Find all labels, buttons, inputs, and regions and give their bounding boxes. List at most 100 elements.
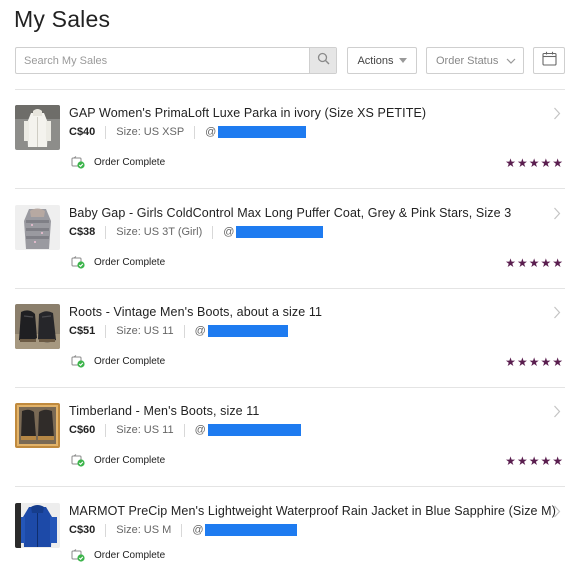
- order-complete-icon: [71, 156, 85, 169]
- item-price: C$30: [69, 524, 96, 536]
- item-price: C$40: [69, 126, 96, 138]
- order-complete-icon: [71, 256, 85, 269]
- divider: [212, 225, 214, 239]
- redacted-buyer-username: [207, 325, 288, 337]
- divider: [105, 125, 107, 139]
- chevron-right-icon: [553, 306, 561, 324]
- chevron-right-icon: [553, 405, 561, 423]
- date-filter-button[interactable]: [533, 47, 565, 74]
- item-thumbnail: [15, 403, 60, 448]
- item-meta: C$60 Size: US 11 @: [69, 423, 301, 437]
- item-thumbnail: [15, 105, 60, 150]
- sale-row[interactable]: Roots - Vintage Men's Boots, about a siz…: [15, 289, 565, 388]
- order-status-dropdown[interactable]: Order Status: [426, 47, 524, 74]
- chevron-right-icon: [553, 107, 561, 125]
- order-status-label: Order Status: [436, 54, 499, 67]
- divider: [105, 225, 107, 239]
- star-icon: ★: [505, 454, 516, 468]
- order-status-text: Order Complete: [94, 157, 166, 168]
- star-icon: ★: [540, 256, 552, 270]
- buyer-handle-prefix: @: [194, 325, 206, 337]
- search-icon: [317, 52, 330, 70]
- actions-label: Actions: [357, 54, 394, 67]
- actions-dropdown[interactable]: Actions: [347, 47, 417, 74]
- item-meta: C$38 Size: US 3T (Girl) @: [69, 225, 324, 239]
- item-size: Size: US 3T (Girl): [116, 226, 203, 238]
- buyer-rating: ★ ★ ★ ★ ★: [505, 455, 563, 467]
- buyer-rating: ★ ★ ★ ★ ★: [505, 257, 563, 269]
- redacted-buyer-username: [218, 126, 307, 138]
- divider: [194, 125, 196, 139]
- order-status: Order Complete: [71, 549, 165, 562]
- item-thumbnail: [15, 503, 60, 548]
- item-meta: C$51 Size: US 11 @: [69, 324, 288, 338]
- buyer-rating: ★ ★ ★ ★ ★: [505, 356, 563, 368]
- divider: [105, 523, 107, 537]
- item-price: C$38: [69, 226, 96, 238]
- item-size: Size: US 11: [116, 325, 174, 337]
- star-icon: ★: [505, 355, 516, 369]
- sale-row[interactable]: GAP Women's PrimaLoft Luxe Parka in ivor…: [15, 90, 565, 189]
- star-icon: ★: [552, 256, 563, 270]
- star-icon: ★: [552, 156, 563, 170]
- divider: [183, 324, 185, 338]
- search-box: [15, 47, 337, 74]
- chevron-down-icon: [506, 56, 516, 68]
- sale-row[interactable]: Timberland - Men's Boots, size 11 C$60 S…: [15, 388, 565, 487]
- item-size: Size: US XSP: [116, 126, 185, 138]
- star-icon: ★: [516, 256, 528, 270]
- buyer-handle-prefix: @: [194, 424, 206, 436]
- item-title: Roots - Vintage Men's Boots, about a siz…: [69, 305, 322, 319]
- chevron-right-icon: [553, 505, 561, 523]
- order-status-text: Order Complete: [94, 257, 166, 268]
- star-icon: ★: [540, 156, 552, 170]
- item-price: C$60: [69, 424, 96, 436]
- star-icon: ★: [552, 355, 563, 369]
- order-status: Order Complete: [71, 355, 165, 368]
- star-icon: ★: [505, 256, 516, 270]
- buyer-rating: ★ ★ ★ ★ ★: [505, 157, 563, 169]
- search-button[interactable]: [309, 48, 336, 73]
- item-meta: C$40 Size: US XSP @: [69, 125, 307, 139]
- star-icon: ★: [528, 256, 540, 270]
- order-complete-icon: [71, 454, 85, 467]
- item-title: GAP Women's PrimaLoft Luxe Parka in ivor…: [69, 106, 427, 120]
- order-complete-icon: [71, 355, 85, 368]
- divider: [105, 324, 107, 338]
- divider: [181, 523, 183, 537]
- chevron-right-icon: [553, 207, 561, 225]
- sale-row[interactable]: MARMOT PreCip Men's Lightweight Waterpro…: [15, 488, 565, 580]
- star-icon: ★: [540, 454, 552, 468]
- order-status-text: Order Complete: [94, 550, 166, 561]
- order-status: Order Complete: [71, 156, 165, 169]
- star-icon: ★: [528, 454, 540, 468]
- caret-down-icon: [398, 58, 407, 63]
- divider: [183, 423, 185, 437]
- star-icon: ★: [552, 454, 563, 468]
- order-complete-icon: [71, 549, 85, 562]
- item-meta: C$30 Size: US M @: [69, 523, 298, 537]
- item-thumbnail: [15, 304, 60, 349]
- star-icon: ★: [516, 355, 528, 369]
- divider: [15, 486, 565, 487]
- order-status: Order Complete: [71, 454, 165, 467]
- item-size: Size: US M: [116, 524, 172, 536]
- search-input[interactable]: [16, 48, 310, 73]
- divider: [105, 423, 107, 437]
- sales-toolbar: Actions Order Status: [15, 47, 565, 74]
- item-title: Timberland - Men's Boots, size 11: [69, 404, 260, 418]
- star-icon: ★: [516, 454, 528, 468]
- star-icon: ★: [516, 156, 528, 170]
- buyer-handle-prefix: @: [192, 524, 204, 536]
- sale-row[interactable]: Baby Gap - Girls ColdControl Max Long Pu…: [15, 190, 565, 289]
- item-price: C$51: [69, 325, 96, 337]
- order-status-text: Order Complete: [94, 356, 166, 367]
- redacted-buyer-username: [207, 424, 301, 436]
- redacted-buyer-username: [205, 524, 298, 536]
- buyer-handle-prefix: @: [223, 226, 235, 238]
- star-icon: ★: [505, 156, 516, 170]
- star-icon: ★: [528, 156, 540, 170]
- star-icon: ★: [540, 355, 552, 369]
- item-title: MARMOT PreCip Men's Lightweight Waterpro…: [69, 504, 556, 518]
- page-title: My Sales: [14, 6, 111, 32]
